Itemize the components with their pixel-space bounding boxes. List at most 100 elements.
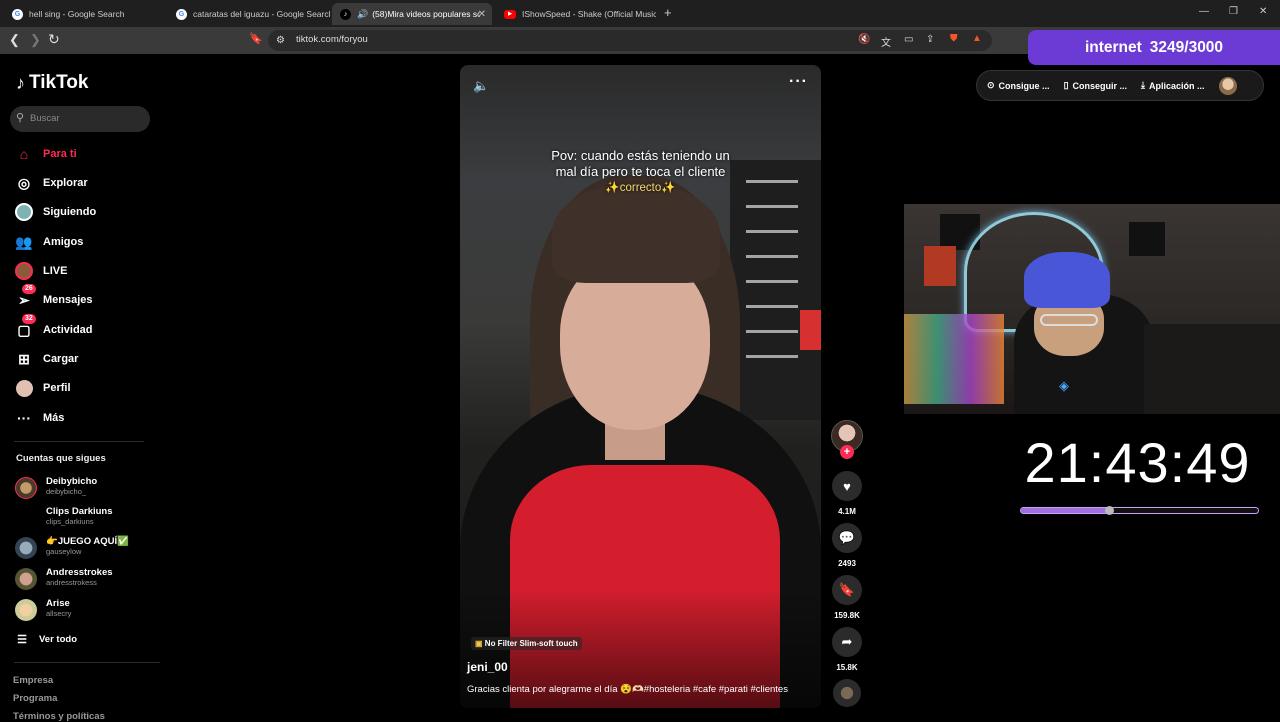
back-icon[interactable]: ❮ [9, 32, 20, 48]
youtube-icon: ▶ [504, 9, 516, 19]
browser-tab-active[interactable]: ♪ 🔊 (58)Mira videos populares sob ✕ [332, 3, 492, 25]
nav-label: Perfil [43, 382, 71, 394]
comment-icon: 💬 [838, 530, 856, 545]
upload-icon: ⊞ [18, 350, 30, 367]
more-options-icon[interactable]: ··· [789, 73, 808, 91]
like-button[interactable]: ♥ [832, 471, 862, 501]
reload-icon[interactable]: ↻ [48, 31, 60, 48]
nav-mensajes[interactable]: ➢ 26 Mensajes [14, 284, 93, 311]
video-description: Gracias clienta por alegrarme el día 😵🫶🏻… [467, 684, 788, 695]
no-sound-icon[interactable]: 🔇 [858, 34, 870, 45]
list-icon: ☰ [17, 633, 27, 646]
site-info-icon[interactable]: ⚙ [276, 35, 285, 46]
user-avatar[interactable] [1218, 76, 1237, 95]
account-name: Arise [46, 598, 70, 609]
video-subject-bangs [552, 183, 720, 283]
follow-plus-icon[interactable]: + [840, 445, 854, 459]
save-button[interactable]: 🔖 [832, 575, 862, 605]
search-input[interactable]: ⚲ Buscar [10, 106, 150, 132]
avatar [15, 537, 37, 559]
browser-tab[interactable]: ▶ IShowSpeed - Shake (Official Music V [496, 3, 656, 25]
account-handle: clips_darkiuns [46, 517, 94, 526]
footer-link[interactable]: Términos y políticas [13, 711, 105, 722]
progress-handle [1104, 506, 1114, 515]
comment-count: 2493 [838, 559, 856, 568]
heart-icon: ♥ [843, 478, 851, 494]
video-player[interactable]: 🔈 ··· Pov: cuando estás teniendo un mal … [460, 65, 821, 708]
see-all-link[interactable]: ☰ Ver todo [14, 628, 77, 650]
search-icon: ⚲ [16, 112, 25, 124]
caption-line: Pov: cuando estás teniendo un [551, 148, 730, 163]
new-tab-button[interactable]: + [664, 5, 672, 20]
coin-icon: ⊙ [987, 80, 995, 90]
nav-label: Actividad [43, 324, 93, 336]
logo-text: TikTok [29, 72, 89, 93]
share-button[interactable]: ➦ [832, 627, 862, 657]
account-name: 👉JUEGO AQUÍ✅ [46, 536, 129, 547]
google-icon: G [12, 8, 23, 20]
account-handle: andresstrokess [46, 578, 97, 587]
nav-label: Mensajes [43, 294, 93, 306]
get-coins-button[interactable]: ⊙ Consigue ... [987, 80, 1050, 91]
nav-amigos[interactable]: 👥 Amigos [14, 231, 83, 253]
browser-tab[interactable]: G hell sing - Google Search [4, 3, 166, 25]
video-background-shelf [730, 160, 821, 420]
download-app-button[interactable]: ⤓ Aplicación ... [1141, 80, 1205, 91]
nav-para-ti[interactable]: ⌂ Para ti [14, 143, 77, 165]
wall-poster [1129, 222, 1165, 256]
divider [14, 441, 144, 442]
tiktok-logo[interactable]: ♪ TikTok [16, 72, 88, 94]
translate-icon[interactable]: 文 [881, 34, 891, 49]
footer-link[interactable]: Programa [13, 693, 57, 704]
music-disc-icon[interactable] [833, 679, 861, 707]
live-icon [14, 261, 34, 281]
nav-perfil[interactable]: Perfil [14, 377, 71, 399]
close-window-icon[interactable]: ✕ [1259, 6, 1267, 17]
avatar [15, 599, 37, 621]
close-tab-icon[interactable]: ✕ [478, 9, 486, 20]
internet-value: 3249/3000 [1149, 38, 1224, 56]
phone-icon: ▯ [1063, 80, 1069, 90]
nav-label: Siguiendo [43, 206, 97, 218]
browser-tab[interactable]: G cataratas del iguazu - Google Search [168, 3, 330, 25]
activity-badge: 32 [22, 314, 36, 324]
url-bar[interactable]: ⚙ tiktok.com/foryou 🔇 文 ▭ ⇪ ⛊ ▲ [268, 30, 992, 51]
volume-icon[interactable]: 🔈 [473, 78, 489, 94]
nav-label: Más [43, 412, 65, 424]
download-icon: ⤓ [1141, 80, 1146, 90]
video-background-object [800, 310, 821, 350]
top-actions: ⊙ Consigue ... ▯ Conseguir ... ⤓ Aplicac… [976, 70, 1264, 101]
tab-title: IShowSpeed - Shake (Official Music V [522, 9, 656, 19]
comment-button[interactable]: 💬 [832, 523, 862, 553]
nav-explorar[interactable]: ◎ Explorar [14, 172, 88, 194]
nav-actividad[interactable]: ▢ 32 Actividad [14, 314, 93, 341]
speaker-icon: 🔊 [357, 8, 369, 19]
nav-live[interactable]: LIVE [14, 260, 67, 282]
minimize-icon[interactable]: — [1199, 6, 1209, 17]
brave-shield-icon[interactable]: ⛊ [950, 33, 958, 44]
share-icon[interactable]: ⇪ [926, 34, 934, 45]
footer-link[interactable]: Empresa [13, 675, 53, 686]
stream-progress-bar [1020, 506, 1259, 515]
nav-mas[interactable]: ··· Más [14, 407, 64, 429]
get-app-button[interactable]: ▯ Conseguir ... [1064, 80, 1127, 91]
brave-rewards-icon[interactable]: ▲ [972, 33, 982, 44]
url-text: tiktok.com/foryou [296, 34, 368, 45]
video-caption: Pov: cuando estás teniendo un mal día pe… [460, 148, 821, 196]
nav-siguiendo[interactable]: Siguiendo [14, 201, 96, 223]
caption-line: mal día pero te toca el cliente [555, 164, 726, 179]
restore-icon[interactable]: ❐ [1229, 6, 1238, 17]
see-all-label: Ver todo [39, 633, 78, 645]
nav-cargar[interactable]: ⊞ Cargar [14, 348, 78, 370]
forward-icon[interactable]: ❯ [30, 32, 41, 48]
caption-line: ✨correcto✨ [605, 182, 676, 194]
cast-icon[interactable]: ▭ [904, 34, 913, 45]
stream-clock: 21:43:49 [1024, 431, 1251, 494]
bookmark-icon[interactable]: 🔖 [249, 32, 263, 45]
video-author[interactable]: jeni_00 [467, 660, 508, 674]
account-name: Deibybicho [46, 476, 98, 487]
chair [1144, 324, 1280, 414]
effect-tag[interactable]: ▣ No Filter Slim-soft touch [471, 637, 582, 650]
following-section-title: Cuentas que sigues [16, 453, 106, 464]
activity-icon: ▢ 32 [14, 314, 36, 340]
